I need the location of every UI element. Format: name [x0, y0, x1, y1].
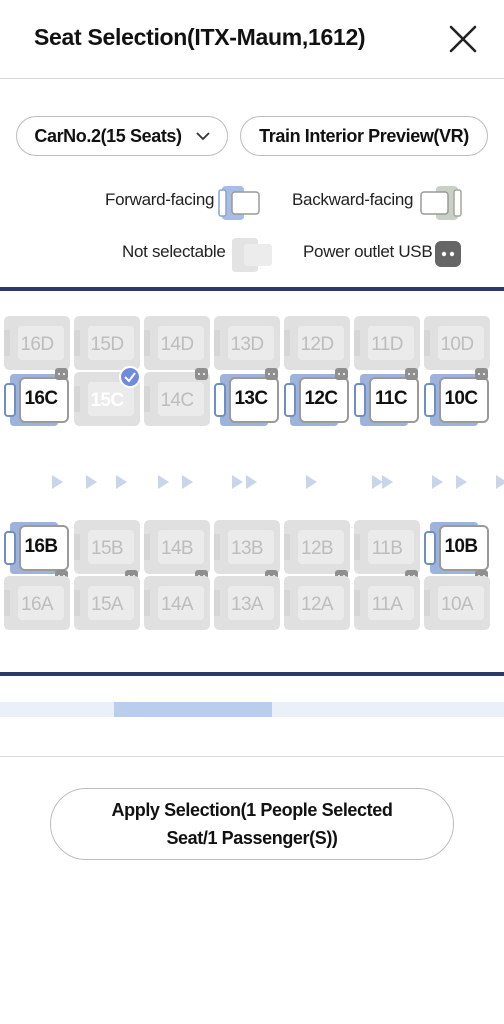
- seat-16a: 16A: [4, 576, 70, 634]
- vr-preview-label: Train Interior Preview(VR): [259, 125, 469, 146]
- seat-label: 16A: [20, 594, 54, 615]
- seat-label: 12A: [300, 594, 334, 615]
- usb-outlet-icon: [195, 368, 208, 380]
- seat-label: 10D: [440, 334, 474, 355]
- usb-outlet-icon: [475, 368, 488, 380]
- direction-arrow-icon: [246, 475, 257, 489]
- seat-label: 14C: [160, 390, 194, 411]
- direction-arrows: [0, 472, 504, 494]
- seat-12d: 12D: [284, 316, 350, 374]
- seat-14c: 14C: [144, 368, 210, 430]
- seat-10c[interactable]: 10C: [424, 368, 490, 430]
- usb-outlet-icon: [55, 368, 68, 380]
- seat-label: 16C: [24, 388, 58, 409]
- seat-14a: 14A: [144, 576, 210, 634]
- seat-label: 11A: [371, 594, 403, 615]
- backward-seat-icon: [420, 186, 462, 220]
- seat-10d: 10D: [424, 316, 490, 374]
- seat-label: 14A: [160, 594, 194, 615]
- seat-12b: 12B: [284, 520, 350, 582]
- car-top-border: [0, 287, 504, 291]
- forward-seat-icon: [218, 186, 260, 220]
- direction-arrow-icon: [182, 475, 193, 489]
- apply-selection-button[interactable]: Apply Selection(1 People Selected Seat/1…: [50, 788, 454, 860]
- seat-13d: 13D: [214, 316, 280, 374]
- seat-label: 14D: [160, 334, 194, 355]
- close-icon[interactable]: [446, 22, 480, 56]
- car-select[interactable]: CarNo.2(15 Seats): [16, 116, 228, 156]
- seat-16c[interactable]: 16C: [4, 368, 70, 430]
- seat-15a: 15A: [74, 576, 140, 634]
- direction-arrow-icon: [232, 475, 243, 489]
- usb-outlet-icon: [405, 368, 418, 380]
- seat-label: 13A: [230, 594, 264, 615]
- direction-arrow-icon: [306, 475, 317, 489]
- seat-15c: 15C: [74, 366, 141, 430]
- seat-label: 13C: [234, 388, 268, 409]
- seat-12a: 12A: [284, 576, 350, 634]
- direction-arrow-icon: [456, 475, 467, 489]
- seat-15b: 15B: [74, 520, 140, 582]
- legend-backward-label: Backward-facing: [292, 190, 414, 209]
- direction-arrow-icon: [52, 475, 63, 489]
- seat-12c[interactable]: 12C: [284, 368, 350, 430]
- not-selectable-seat-icon: [232, 238, 272, 272]
- direction-arrow-icon: [496, 475, 504, 489]
- seat-11a: 11A: [354, 576, 420, 634]
- car-bottom-border: [0, 672, 504, 676]
- direction-arrow-icon: [116, 475, 127, 489]
- seat-label: 16D: [20, 334, 54, 355]
- legend-forward-label: Forward-facing: [105, 190, 215, 209]
- seat-label: 11D: [371, 334, 403, 355]
- seat-label: 10C: [444, 388, 478, 409]
- divider: [0, 756, 504, 757]
- usb-outlet-icon: [435, 241, 461, 267]
- seat-label: 12B: [300, 538, 334, 559]
- usb-outlet-icon: [335, 368, 348, 380]
- vr-preview-button[interactable]: Train Interior Preview(VR): [240, 116, 488, 156]
- header: Seat Selection(ITX-Maum,1612): [0, 0, 504, 79]
- seat-10b[interactable]: 10B: [424, 520, 490, 582]
- seat-label: 12C: [304, 388, 338, 409]
- seat-16b[interactable]: 16B: [4, 520, 70, 582]
- direction-arrow-icon: [158, 475, 169, 489]
- seat-label: 15C: [90, 390, 124, 411]
- page-title: Seat Selection(ITX-Maum,1612): [34, 24, 366, 50]
- legend-not-selectable-label: Not selectable: [122, 242, 226, 261]
- legend-usb-label: Power outlet USB: [303, 242, 433, 261]
- seat-label: 10A: [440, 594, 474, 615]
- seat-label: 16B: [24, 536, 58, 557]
- seat-14d: 14D: [144, 316, 210, 374]
- seat-label: 12D: [300, 334, 334, 355]
- seat-label: 15D: [90, 334, 124, 355]
- car-select-label: CarNo.2(15 Seats): [34, 125, 182, 146]
- seat-label: 15A: [90, 594, 124, 615]
- usb-outlet-icon: [265, 368, 278, 380]
- selected-check-icon: [119, 366, 141, 388]
- seat-map-scroll-thumb[interactable]: [114, 702, 272, 717]
- direction-arrow-icon: [382, 475, 393, 489]
- seat-label: 15B: [90, 538, 124, 559]
- seat-13a: 13A: [214, 576, 280, 634]
- seat-label: 14B: [160, 538, 194, 559]
- seat-13b: 13B: [214, 520, 280, 582]
- seat-label: 11B: [371, 538, 403, 559]
- seat-11b: 11B: [354, 520, 420, 582]
- seat-13c[interactable]: 13C: [214, 368, 280, 430]
- apply-selection-label: Apply Selection(1 People Selected Seat/1…: [111, 800, 393, 848]
- seat-16d: 16D: [4, 316, 70, 374]
- seat-label: 11C: [374, 388, 408, 409]
- seat-label: 10B: [444, 536, 478, 557]
- seat-11d: 11D: [354, 316, 420, 374]
- seat-10a: 10A: [424, 576, 490, 634]
- seat-label: 13D: [230, 334, 264, 355]
- chevron-down-icon: [195, 132, 210, 141]
- seat-label: 13B: [230, 538, 264, 559]
- direction-arrow-icon: [86, 475, 97, 489]
- seat-14b: 14B: [144, 520, 210, 582]
- direction-arrow-icon: [432, 475, 443, 489]
- seat-11c[interactable]: 11C: [354, 368, 420, 430]
